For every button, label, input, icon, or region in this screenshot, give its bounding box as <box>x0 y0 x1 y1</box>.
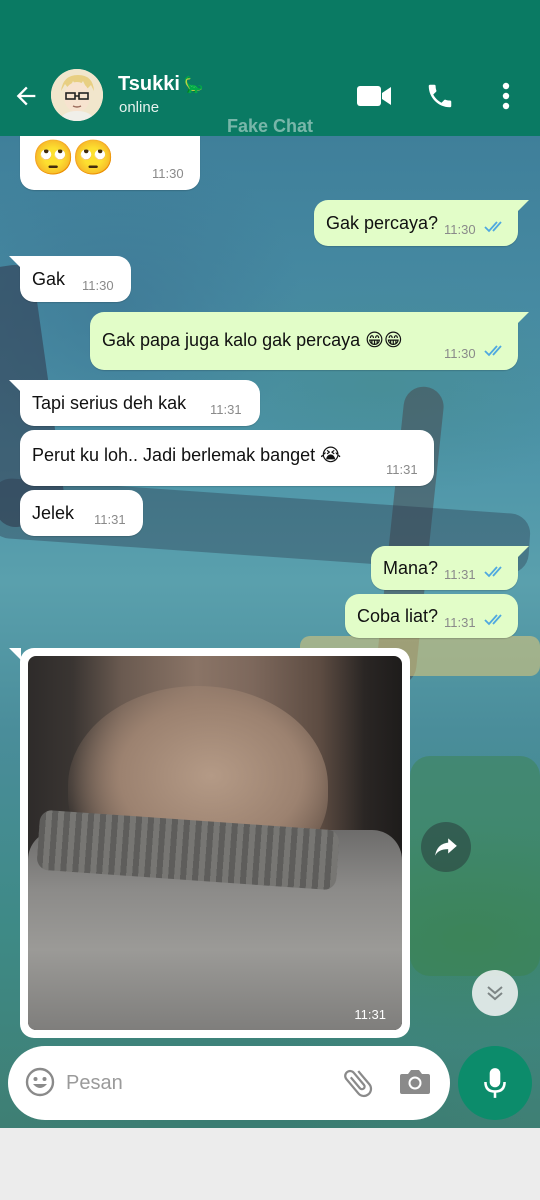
forward-button[interactable] <box>421 822 471 872</box>
message-time: 11:30 <box>152 166 184 181</box>
message-time: 11:30 <box>444 222 476 237</box>
message-time: 11:30 <box>82 278 114 293</box>
video-call-icon <box>357 86 391 106</box>
video-call-button[interactable] <box>354 78 394 114</box>
camera-button[interactable] <box>398 1066 432 1103</box>
message-text: Tapi serius deh kak <box>32 393 187 413</box>
forward-icon <box>435 838 457 856</box>
message-time: 11:31 <box>444 615 476 630</box>
arrow-left-icon <box>16 86 36 106</box>
bubble-tail <box>517 200 529 212</box>
message-outgoing[interactable]: Coba liat? 11:31 <box>345 594 518 638</box>
double-check-icon <box>484 221 502 233</box>
mic-icon <box>484 1068 506 1098</box>
phone-icon <box>428 84 452 108</box>
message-incoming[interactable]: Tapi serius deh kak 11:31 <box>9 380 260 426</box>
chevron-down-icon <box>487 986 503 1001</box>
message-incoming-photo[interactable]: 11:31 <box>9 648 410 1038</box>
message-time: 11:31 <box>94 512 126 527</box>
bubble-tail <box>9 648 21 660</box>
photo-attachment[interactable]: 11:31 <box>28 656 402 1030</box>
double-check-icon <box>484 566 502 578</box>
message-incoming[interactable]: 🙄🙄 11:30 <box>20 136 200 190</box>
voice-record-button[interactable] <box>458 1046 532 1120</box>
double-check-icon <box>484 614 502 626</box>
message-text: Coba liat? <box>357 606 439 626</box>
message-outgoing[interactable]: Mana? 11:31 <box>371 546 529 590</box>
avatar[interactable] <box>51 69 103 121</box>
bubble-tail <box>9 256 21 268</box>
message-time: 11:31 <box>444 567 476 582</box>
message-text: Gak papa juga kalo gak percaya 😁😁 <box>102 330 403 350</box>
more-vert-icon <box>502 82 510 110</box>
message-text: Jelek <box>32 503 75 523</box>
chat-header: Tsukki 🦕 online Fake Chat <box>0 64 540 136</box>
camera-icon <box>400 1070 430 1094</box>
contact-status: online <box>119 99 160 116</box>
bubble-tail <box>517 546 529 558</box>
message-text: Gak percaya? <box>326 213 439 233</box>
bubble-tail <box>517 312 529 324</box>
message-outgoing[interactable]: Gak papa juga kalo gak percaya 😁😁 11:30 <box>90 312 529 370</box>
message-time: 11:31 <box>210 402 242 417</box>
message-composer[interactable]: Pesan <box>8 1046 450 1120</box>
message-outgoing[interactable]: Gak percaya? 11:30 <box>314 200 529 246</box>
message-text: Gak <box>32 269 66 289</box>
message-incoming[interactable]: Perut ku loh.. Jadi berlemak banget 😭 11… <box>20 430 434 486</box>
menu-button[interactable] <box>486 78 526 114</box>
scroll-to-bottom-button[interactable] <box>472 970 518 1016</box>
status-bar <box>0 0 540 64</box>
message-time: 11:31 <box>354 1007 386 1022</box>
paperclip-icon <box>344 1069 373 1098</box>
emoji-button[interactable] <box>24 1066 56 1103</box>
voice-call-button[interactable] <box>420 78 460 114</box>
message-text: 🙄🙄 <box>32 139 115 177</box>
message-text: Mana? <box>383 558 439 578</box>
emoji-icon <box>25 1067 55 1097</box>
message-time: 11:30 <box>444 346 476 361</box>
back-button[interactable] <box>8 78 44 114</box>
message-incoming[interactable]: Jelek 11:31 <box>20 490 143 536</box>
message-text: Perut ku loh.. Jadi berlemak banget 😭 <box>32 445 342 465</box>
double-check-icon <box>484 345 502 357</box>
message-time: 11:31 <box>386 462 418 477</box>
message-incoming[interactable]: Gak 11:30 <box>9 256 131 302</box>
bubble-tail <box>9 380 21 392</box>
attach-button[interactable] <box>340 1065 376 1106</box>
contact-name[interactable]: Tsukki 🦕 <box>118 73 204 96</box>
message-input[interactable]: Pesan <box>66 1072 123 1095</box>
bottom-system-area <box>0 1128 540 1200</box>
dinosaur-emoji: 🦕 <box>183 77 204 94</box>
watermark: Fake Chat <box>226 116 314 136</box>
